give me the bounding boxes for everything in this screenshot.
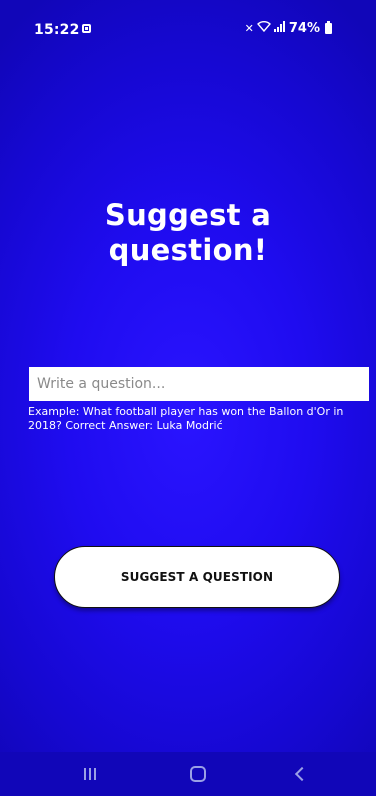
suggest-question-button[interactable]: SUGGEST A QUESTION: [54, 546, 340, 608]
navigation-bar: [0, 752, 376, 796]
question-input[interactable]: [29, 367, 369, 401]
recent-apps-icon[interactable]: [70, 760, 110, 788]
example-hint: Example: What football player has won th…: [28, 405, 344, 432]
status-indicators: ✕ 74%: [245, 21, 332, 36]
battery-percentage: 74%: [288, 21, 320, 36]
page-title: Suggest a question!: [104, 198, 272, 267]
notification-icon: [82, 24, 91, 33]
signal-icon: [273, 21, 286, 36]
suggest-question-screen: 15:22 ✕ 74% Suggest a question! Ex: [0, 0, 376, 796]
mute-icon: ✕: [244, 21, 254, 35]
status-bar: 15:22 ✕ 74%: [0, 0, 376, 50]
status-time: 15:22: [34, 22, 80, 38]
back-icon[interactable]: [280, 760, 320, 788]
home-icon[interactable]: [178, 760, 218, 788]
battery-icon: [325, 21, 332, 34]
suggest-question-button-label: SUGGEST A QUESTION: [120, 570, 274, 584]
wifi-icon: [256, 21, 271, 36]
